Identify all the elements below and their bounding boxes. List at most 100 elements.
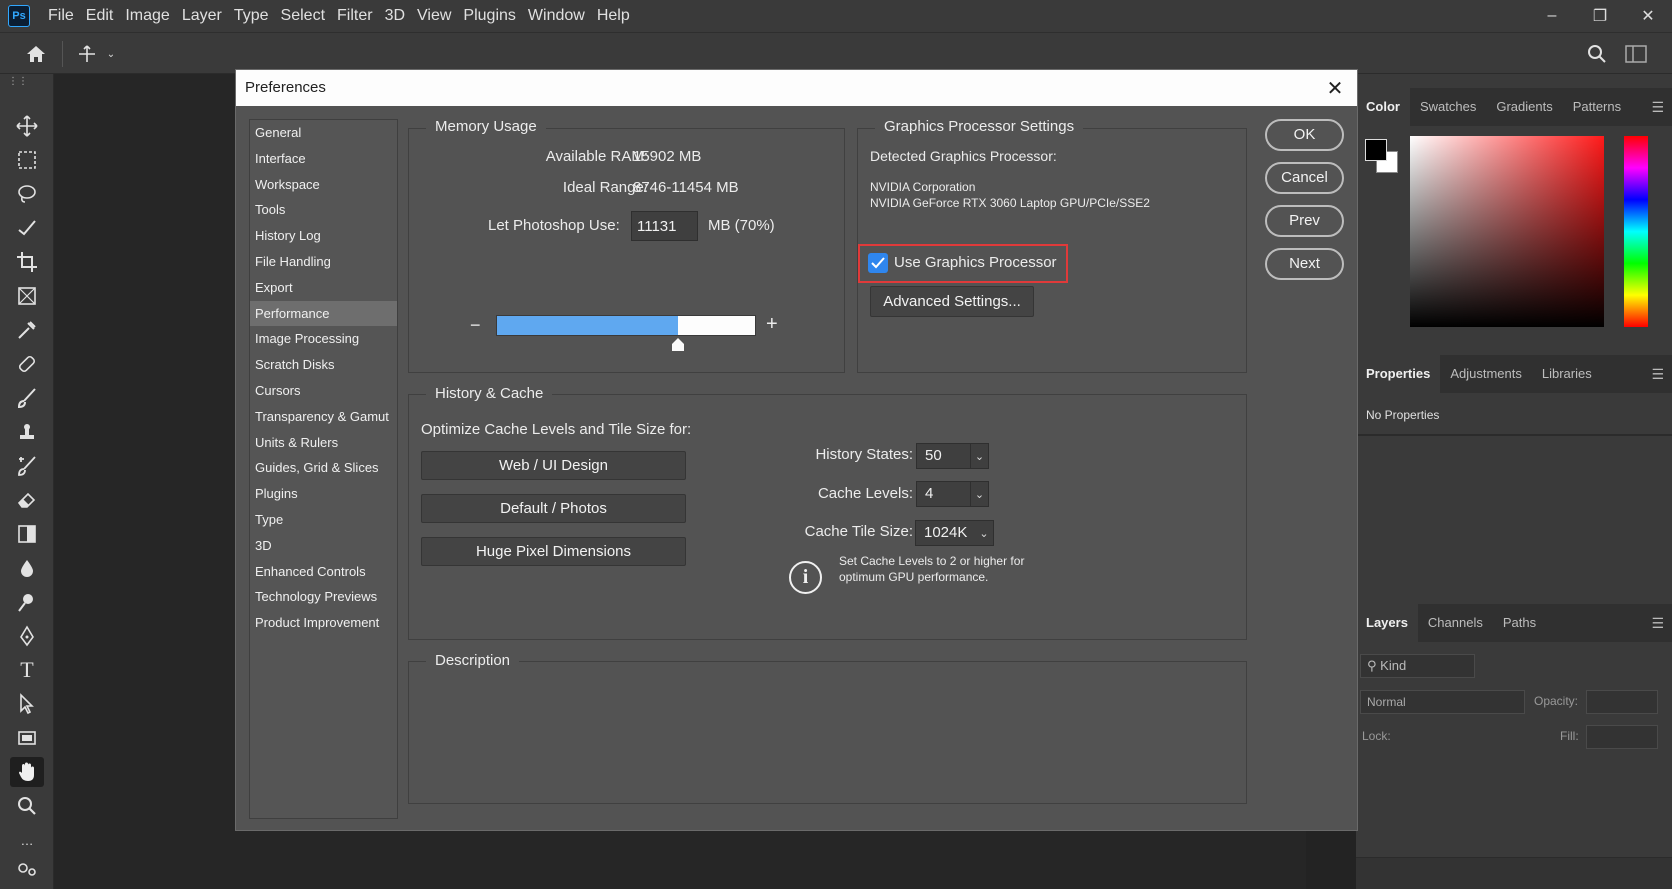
brush-tool-icon[interactable] (10, 383, 44, 413)
panel-menu-icon[interactable]: ☰ (1651, 615, 1664, 632)
crop-tool-icon[interactable] (10, 247, 44, 277)
menu-plugins[interactable]: Plugins (457, 0, 521, 32)
pref-item-scratch-disks[interactable]: Scratch Disks (250, 352, 397, 378)
pref-item-export[interactable]: Export (250, 275, 397, 301)
ok-button[interactable]: OK (1265, 119, 1344, 151)
menu-type[interactable]: Type (228, 0, 275, 32)
pref-item-file-handling[interactable]: File Handling (250, 249, 397, 275)
foreground-color-swatch[interactable] (1365, 139, 1387, 161)
tab-layers[interactable]: Layers (1356, 604, 1418, 642)
path-selection-tool-icon[interactable] (10, 689, 44, 719)
pref-item-product-improvement[interactable]: Product Improvement (250, 610, 397, 636)
hand-tool-icon[interactable] (10, 757, 44, 787)
memory-slider-track[interactable] (496, 315, 756, 336)
search-icon[interactable] (1584, 41, 1610, 67)
menu-help[interactable]: Help (591, 0, 636, 32)
zoom-tool-icon[interactable] (10, 791, 44, 821)
pref-item-units-rulers[interactable]: Units & Rulers (250, 430, 397, 456)
web-ui-design-button[interactable]: Web / UI Design (421, 451, 686, 480)
close-icon[interactable]: ✕ (1323, 76, 1347, 100)
marquee-tool-icon[interactable] (10, 145, 44, 175)
menu-image[interactable]: Image (119, 0, 175, 32)
layer-kind-filter[interactable]: ⚲ Kind (1360, 654, 1475, 678)
tab-libraries[interactable]: Libraries (1532, 355, 1602, 393)
pref-item-interface[interactable]: Interface (250, 146, 397, 172)
menu-edit[interactable]: Edit (80, 0, 120, 32)
frame-tool-icon[interactable] (10, 281, 44, 311)
lasso-tool-icon[interactable] (10, 179, 44, 209)
blend-mode-select[interactable]: Normal (1360, 690, 1525, 714)
pref-item-3d[interactable]: 3D (250, 533, 397, 559)
clone-stamp-tool-icon[interactable] (10, 417, 44, 447)
pref-item-technology-previews[interactable]: Technology Previews (250, 584, 397, 610)
tab-channels[interactable]: Channels (1418, 604, 1493, 642)
hand-tool-options-icon[interactable] (74, 41, 100, 67)
menu-view[interactable]: View (411, 0, 457, 32)
foreground-background-icon[interactable] (10, 853, 44, 883)
pref-item-guides-grid-slices[interactable]: Guides, Grid & Slices (250, 455, 397, 481)
pref-item-transparency-gamut[interactable]: Transparency & Gamut (250, 404, 397, 430)
menu-select[interactable]: Select (275, 0, 331, 32)
pref-item-workspace[interactable]: Workspace (250, 172, 397, 198)
use-gpu-checkbox[interactable] (868, 253, 888, 273)
use-gpu-label[interactable]: Use Graphics Processor (894, 254, 1057, 271)
menu-file[interactable]: File (42, 0, 80, 32)
home-icon[interactable] (22, 41, 50, 67)
history-brush-tool-icon[interactable] (10, 451, 44, 481)
memory-use-input[interactable]: 11131 (631, 211, 698, 241)
minimize-icon[interactable]: – (1528, 0, 1576, 32)
panel-menu-icon[interactable]: ☰ (1651, 99, 1664, 116)
tab-properties[interactable]: Properties (1356, 355, 1441, 393)
next-button[interactable]: Next (1265, 248, 1344, 280)
pref-item-cursors[interactable]: Cursors (250, 378, 397, 404)
pref-item-type[interactable]: Type (250, 507, 397, 533)
quick-selection-tool-icon[interactable] (10, 213, 44, 243)
pen-tool-icon[interactable] (10, 621, 44, 651)
restore-icon[interactable]: ❐ (1576, 0, 1624, 32)
tab-patterns[interactable]: Patterns (1563, 88, 1631, 126)
workspace-icon[interactable] (1622, 41, 1650, 67)
gradient-tool-icon[interactable] (10, 519, 44, 549)
more-tools-icon[interactable]: … (10, 825, 44, 855)
panel-menu-icon[interactable]: ☰ (1651, 366, 1664, 383)
advanced-settings-button[interactable]: Advanced Settings... (870, 286, 1034, 317)
hue-slider[interactable] (1624, 136, 1648, 327)
tab-paths[interactable]: Paths (1493, 604, 1546, 642)
eraser-tool-icon[interactable] (10, 485, 44, 515)
color-field[interactable] (1410, 136, 1604, 327)
blur-tool-icon[interactable] (10, 553, 44, 583)
tab-gradients[interactable]: Gradients (1486, 88, 1562, 126)
pref-item-tools[interactable]: Tools (250, 197, 397, 223)
pref-item-general[interactable]: General (250, 120, 397, 146)
pref-item-performance[interactable]: Performance (250, 300, 397, 327)
move-tool-icon[interactable] (10, 111, 44, 141)
decrease-icon[interactable]: − (470, 315, 481, 336)
history-states-select[interactable]: 50 ⌄ (916, 443, 989, 469)
dodge-tool-icon[interactable] (10, 587, 44, 617)
close-window-icon[interactable]: ✕ (1624, 0, 1672, 32)
eyedropper-tool-icon[interactable] (10, 315, 44, 345)
menu-3d[interactable]: 3D (379, 0, 411, 32)
opacity-field[interactable] (1586, 690, 1658, 714)
type-tool-icon[interactable]: T (10, 655, 44, 685)
menu-filter[interactable]: Filter (331, 0, 379, 32)
prev-button[interactable]: Prev (1265, 205, 1344, 237)
menu-layer[interactable]: Layer (176, 0, 228, 32)
increase-icon[interactable]: + (766, 313, 778, 336)
rectangle-tool-icon[interactable] (10, 723, 44, 753)
menu-window[interactable]: Window (522, 0, 591, 32)
tab-color[interactable]: Color (1356, 88, 1410, 126)
pref-item-history-log[interactable]: History Log (250, 223, 397, 249)
pref-item-image-processing[interactable]: Image Processing (250, 326, 397, 352)
cache-tile-size-select[interactable]: 1024K ⌄ (915, 520, 994, 546)
chevron-down-icon[interactable]: ⌄ (104, 41, 118, 67)
default-photos-button[interactable]: Default / Photos (421, 494, 686, 523)
cancel-button[interactable]: Cancel (1265, 162, 1344, 194)
tab-swatches[interactable]: Swatches (1410, 88, 1486, 126)
pref-item-enhanced-controls[interactable]: Enhanced Controls (250, 559, 397, 585)
healing-brush-tool-icon[interactable] (10, 349, 44, 379)
tab-adjustments[interactable]: Adjustments (1440, 355, 1532, 393)
fill-field[interactable] (1586, 725, 1658, 749)
cache-levels-select[interactable]: 4 ⌄ (916, 481, 989, 507)
huge-pixel-dimensions-button[interactable]: Huge Pixel Dimensions (421, 537, 686, 566)
